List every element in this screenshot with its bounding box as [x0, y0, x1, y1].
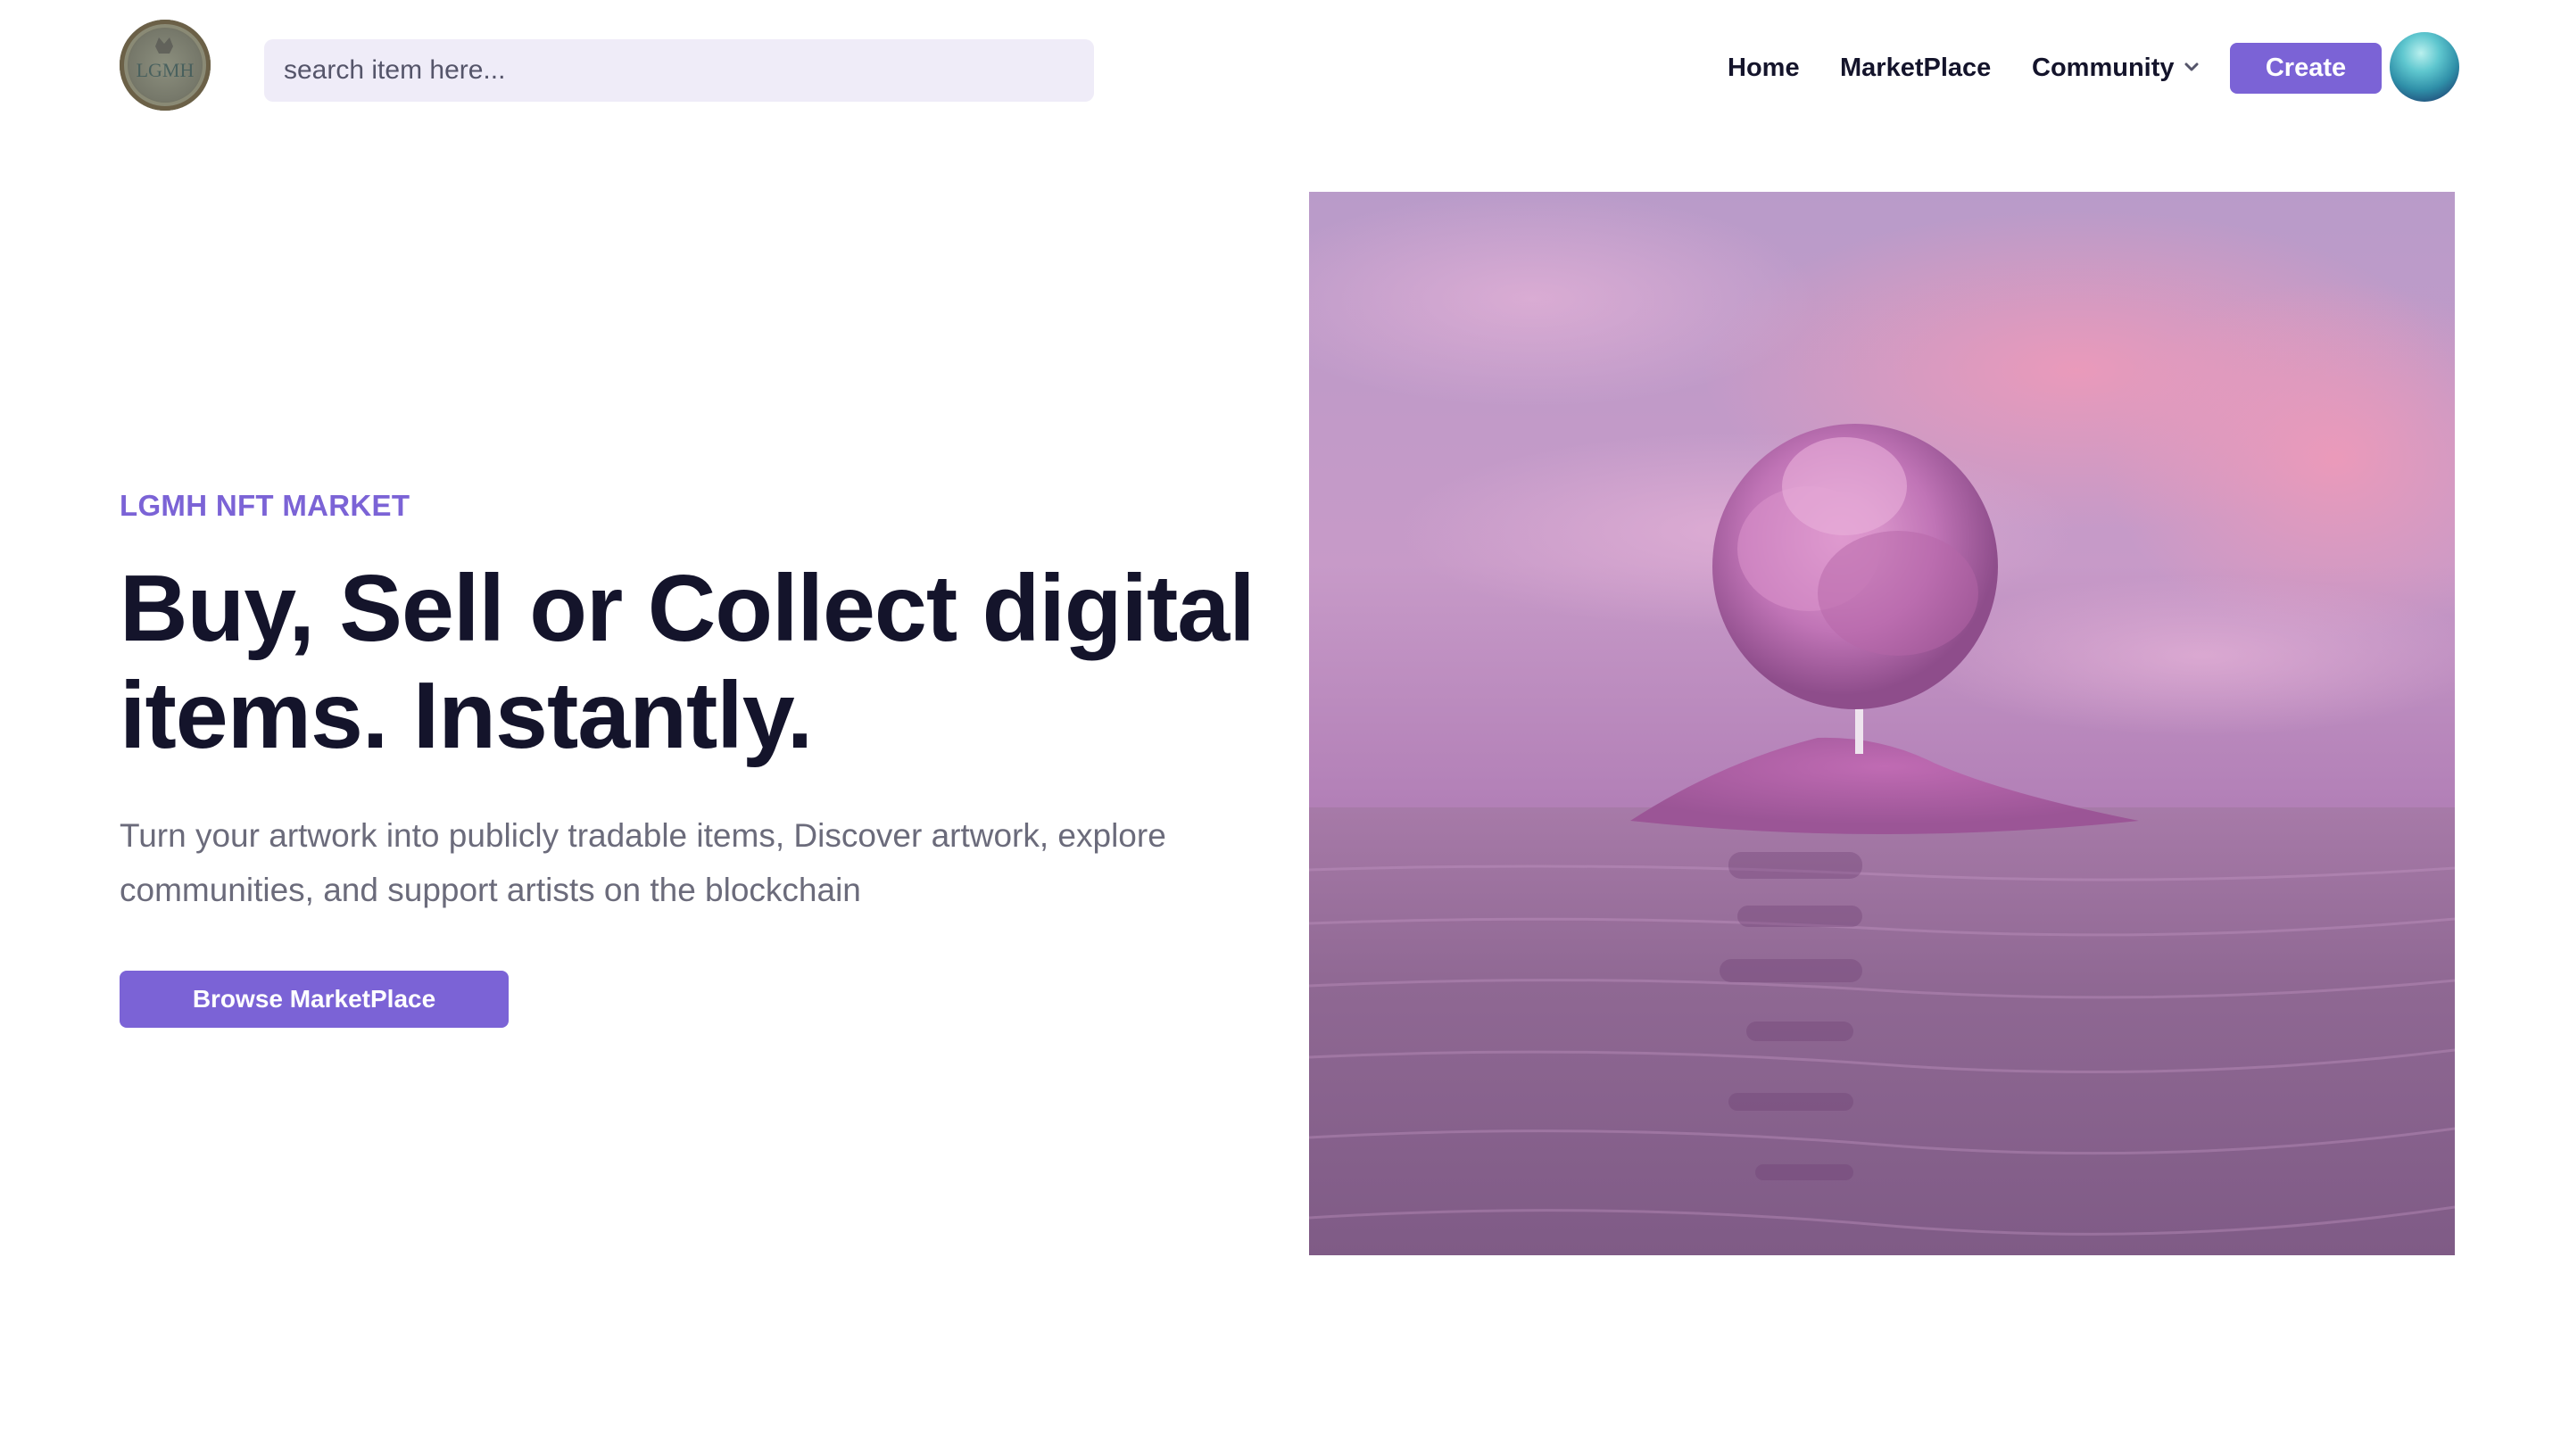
lgmh-logo-icon[interactable]: LGMH — [120, 20, 211, 111]
logo-text: LGMH — [137, 59, 195, 81]
nav-community-link[interactable]: Community — [2032, 50, 2175, 86]
top-header: LGMH Home MarketPlace Community Create — [0, 0, 2561, 143]
hero-headline: Buy, Sell or Collect digital items. Inst… — [120, 555, 1280, 769]
hero-description: Turn your artwork into publicly tradable… — [120, 808, 1244, 917]
browse-marketplace-button[interactable]: Browse MarketPlace — [120, 971, 509, 1028]
hero-description-line2: communities, and support artists on the … — [120, 872, 861, 908]
nav-home-link[interactable]: Home — [1728, 50, 1800, 86]
user-avatar-icon[interactable] — [2390, 32, 2459, 102]
chevron-down-icon[interactable] — [2183, 61, 2200, 75]
hero-eyebrow: LGMH NFT MARKET — [120, 489, 410, 522]
create-button[interactable]: Create — [2230, 43, 2382, 94]
hero-headline-line1: Buy, Sell or Collect digital — [120, 556, 1256, 661]
hero-description-line1: Turn your artwork into publicly tradable… — [120, 817, 1166, 854]
search-input[interactable] — [264, 39, 1094, 102]
nav-marketplace-link[interactable]: MarketPlace — [1840, 50, 1991, 86]
hero-artwork-image — [1309, 192, 2455, 1255]
hero-headline-line2: items. Instantly. — [120, 663, 813, 768]
